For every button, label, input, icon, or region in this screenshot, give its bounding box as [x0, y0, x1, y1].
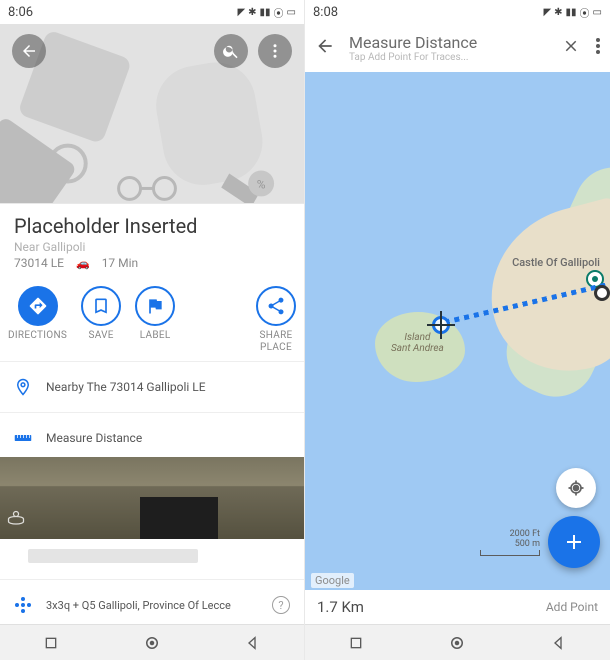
save-action[interactable]: SAVE: [81, 286, 121, 341]
location-icon: ◤: [543, 7, 551, 18]
mainland: [472, 195, 610, 388]
nav-home-button[interactable]: [447, 633, 467, 653]
overflow-button[interactable]: [258, 34, 292, 68]
help-icon[interactable]: ?: [272, 596, 290, 614]
add-point-fab[interactable]: [548, 516, 600, 568]
measure-endpoint-end[interactable]: [594, 285, 610, 301]
car-icon: 🚗: [76, 257, 90, 270]
back-button[interactable]: [12, 34, 46, 68]
directions-action[interactable]: DIRECTIONS: [8, 286, 67, 341]
place-header: Placeholder Inserted Near Gallipoli 7301…: [0, 204, 304, 276]
map-canvas[interactable]: IslandSant Andrea Castle Of Gallipoli 20…: [305, 72, 610, 596]
close-button[interactable]: [562, 37, 580, 59]
pin-outline-icon: [14, 378, 32, 396]
status-icons: ◤ ✱ ▮▮ ⦿ ▭: [237, 5, 296, 20]
bookmark-icon: [91, 296, 111, 316]
pluscode-row[interactable]: 3x3q + Q5 Gallipoli, Province Of Lecce ?: [0, 586, 304, 624]
back-button[interactable]: [315, 36, 335, 60]
battery-icon: ▭: [593, 7, 602, 18]
pluscode-text: 3x3q + Q5 Gallipoli, Province Of Lecce: [46, 599, 231, 612]
nearby-row[interactable]: Nearby The 73014 Gallipoli LE: [0, 368, 304, 406]
status-time: 8:08: [313, 5, 338, 20]
save-label: SAVE: [88, 330, 113, 341]
nav-back-button[interactable]: [549, 633, 569, 653]
label-label: LABEL: [140, 330, 171, 341]
measure-hint: Tap Add Point For Traces...: [349, 52, 477, 63]
pin-address-row[interactable]: [0, 539, 304, 573]
map-scale: 2000 Ft 500 m: [480, 529, 540, 556]
directions-label: DIRECTIONS: [8, 330, 67, 341]
scale-bottom: 500 m: [480, 539, 540, 549]
nav-home-button[interactable]: [142, 633, 162, 653]
status-bar: 8:06 ◤ ✱ ▮▮ ⦿ ▭: [0, 0, 304, 24]
signal-icon: ▮▮: [260, 7, 271, 18]
measure-top-bar: Measure Distance Tap Add Point For Trace…: [305, 24, 610, 72]
bluetooth-icon: ✱: [554, 7, 562, 18]
arrow-left-icon: [20, 42, 38, 60]
scale-top: 2000 Ft: [480, 529, 540, 539]
more-vert-icon: [596, 38, 600, 54]
battery-icon: ▭: [287, 7, 296, 18]
place-eta: 17 Min: [102, 256, 139, 270]
share-label: SHARE: [259, 330, 292, 341]
nearby-text: Nearby The 73014 Gallipoli LE: [46, 380, 206, 394]
more-vert-icon: [266, 42, 284, 60]
status-bar: 8:08 ◤ ✱ ▮▮ ⦿ ▭: [305, 0, 610, 24]
label-action[interactable]: LABEL: [135, 286, 175, 341]
hero-image: %: [0, 24, 304, 204]
place-title: Placeholder Inserted: [14, 214, 290, 238]
share-icon: [266, 296, 286, 316]
redacted-address: [28, 549, 198, 563]
close-icon: [562, 37, 580, 55]
flag-icon: [145, 296, 165, 316]
place-postal: 73014 LE: [14, 256, 64, 270]
status-time: 8:06: [8, 5, 33, 20]
signal-icon: ▮▮: [566, 7, 577, 18]
nav-recent-button[interactable]: [346, 633, 366, 653]
svg-text:%: %: [257, 177, 266, 191]
streetview-icon: [6, 509, 26, 533]
wifi-icon: ⦿: [274, 5, 284, 20]
bluetooth-icon: ✱: [248, 7, 256, 18]
my-location-icon: [566, 478, 586, 498]
add-point-label: Add Point: [546, 600, 598, 614]
streetview-photo[interactable]: [0, 457, 304, 539]
distance-value: 1.7 Km: [317, 598, 364, 616]
distance-bar: 1.7 Km Add Point: [305, 590, 610, 624]
actions-row: DIRECTIONS SAVE LABEL SHARE PLACE: [0, 276, 304, 355]
share-action[interactable]: SHARE PLACE: [256, 286, 296, 353]
measure-distance-row[interactable]: Measure Distance: [0, 419, 304, 457]
arrow-left-icon: [315, 36, 335, 56]
castle-label: Castle Of Gallipoli: [512, 257, 600, 269]
system-nav-bar: [305, 624, 610, 660]
nav-recent-button[interactable]: [41, 633, 61, 653]
plus-icon: [562, 530, 586, 554]
search-button[interactable]: [214, 34, 248, 68]
overflow-button[interactable]: [596, 38, 600, 58]
measure-text: Measure Distance: [46, 431, 142, 445]
pluscode-icon: [14, 596, 32, 614]
crosshair-icon: [429, 313, 453, 337]
wifi-icon: ⦿: [580, 5, 590, 20]
place-near: Near Gallipoli: [14, 240, 290, 254]
my-location-button[interactable]: [556, 468, 596, 508]
share-sublabel: PLACE: [260, 342, 292, 353]
nav-back-button[interactable]: [243, 633, 263, 653]
measure-endpoint-start[interactable]: [432, 316, 450, 334]
left-phone: 8:06 ◤ ✱ ▮▮ ⦿ ▭ %: [0, 0, 305, 660]
directions-icon: [28, 296, 48, 316]
google-logo: Google: [311, 573, 354, 588]
location-icon: ◤: [237, 7, 245, 18]
ruler-icon: [14, 429, 32, 447]
system-nav-bar: [0, 624, 304, 660]
right-phone: 8:08 ◤ ✱ ▮▮ ⦿ ▭ Measure Distance Tap Add…: [305, 0, 610, 660]
status-icons: ◤ ✱ ▮▮ ⦿ ▭: [543, 5, 602, 20]
search-icon: [222, 42, 240, 60]
measure-title: Measure Distance: [349, 33, 477, 52]
